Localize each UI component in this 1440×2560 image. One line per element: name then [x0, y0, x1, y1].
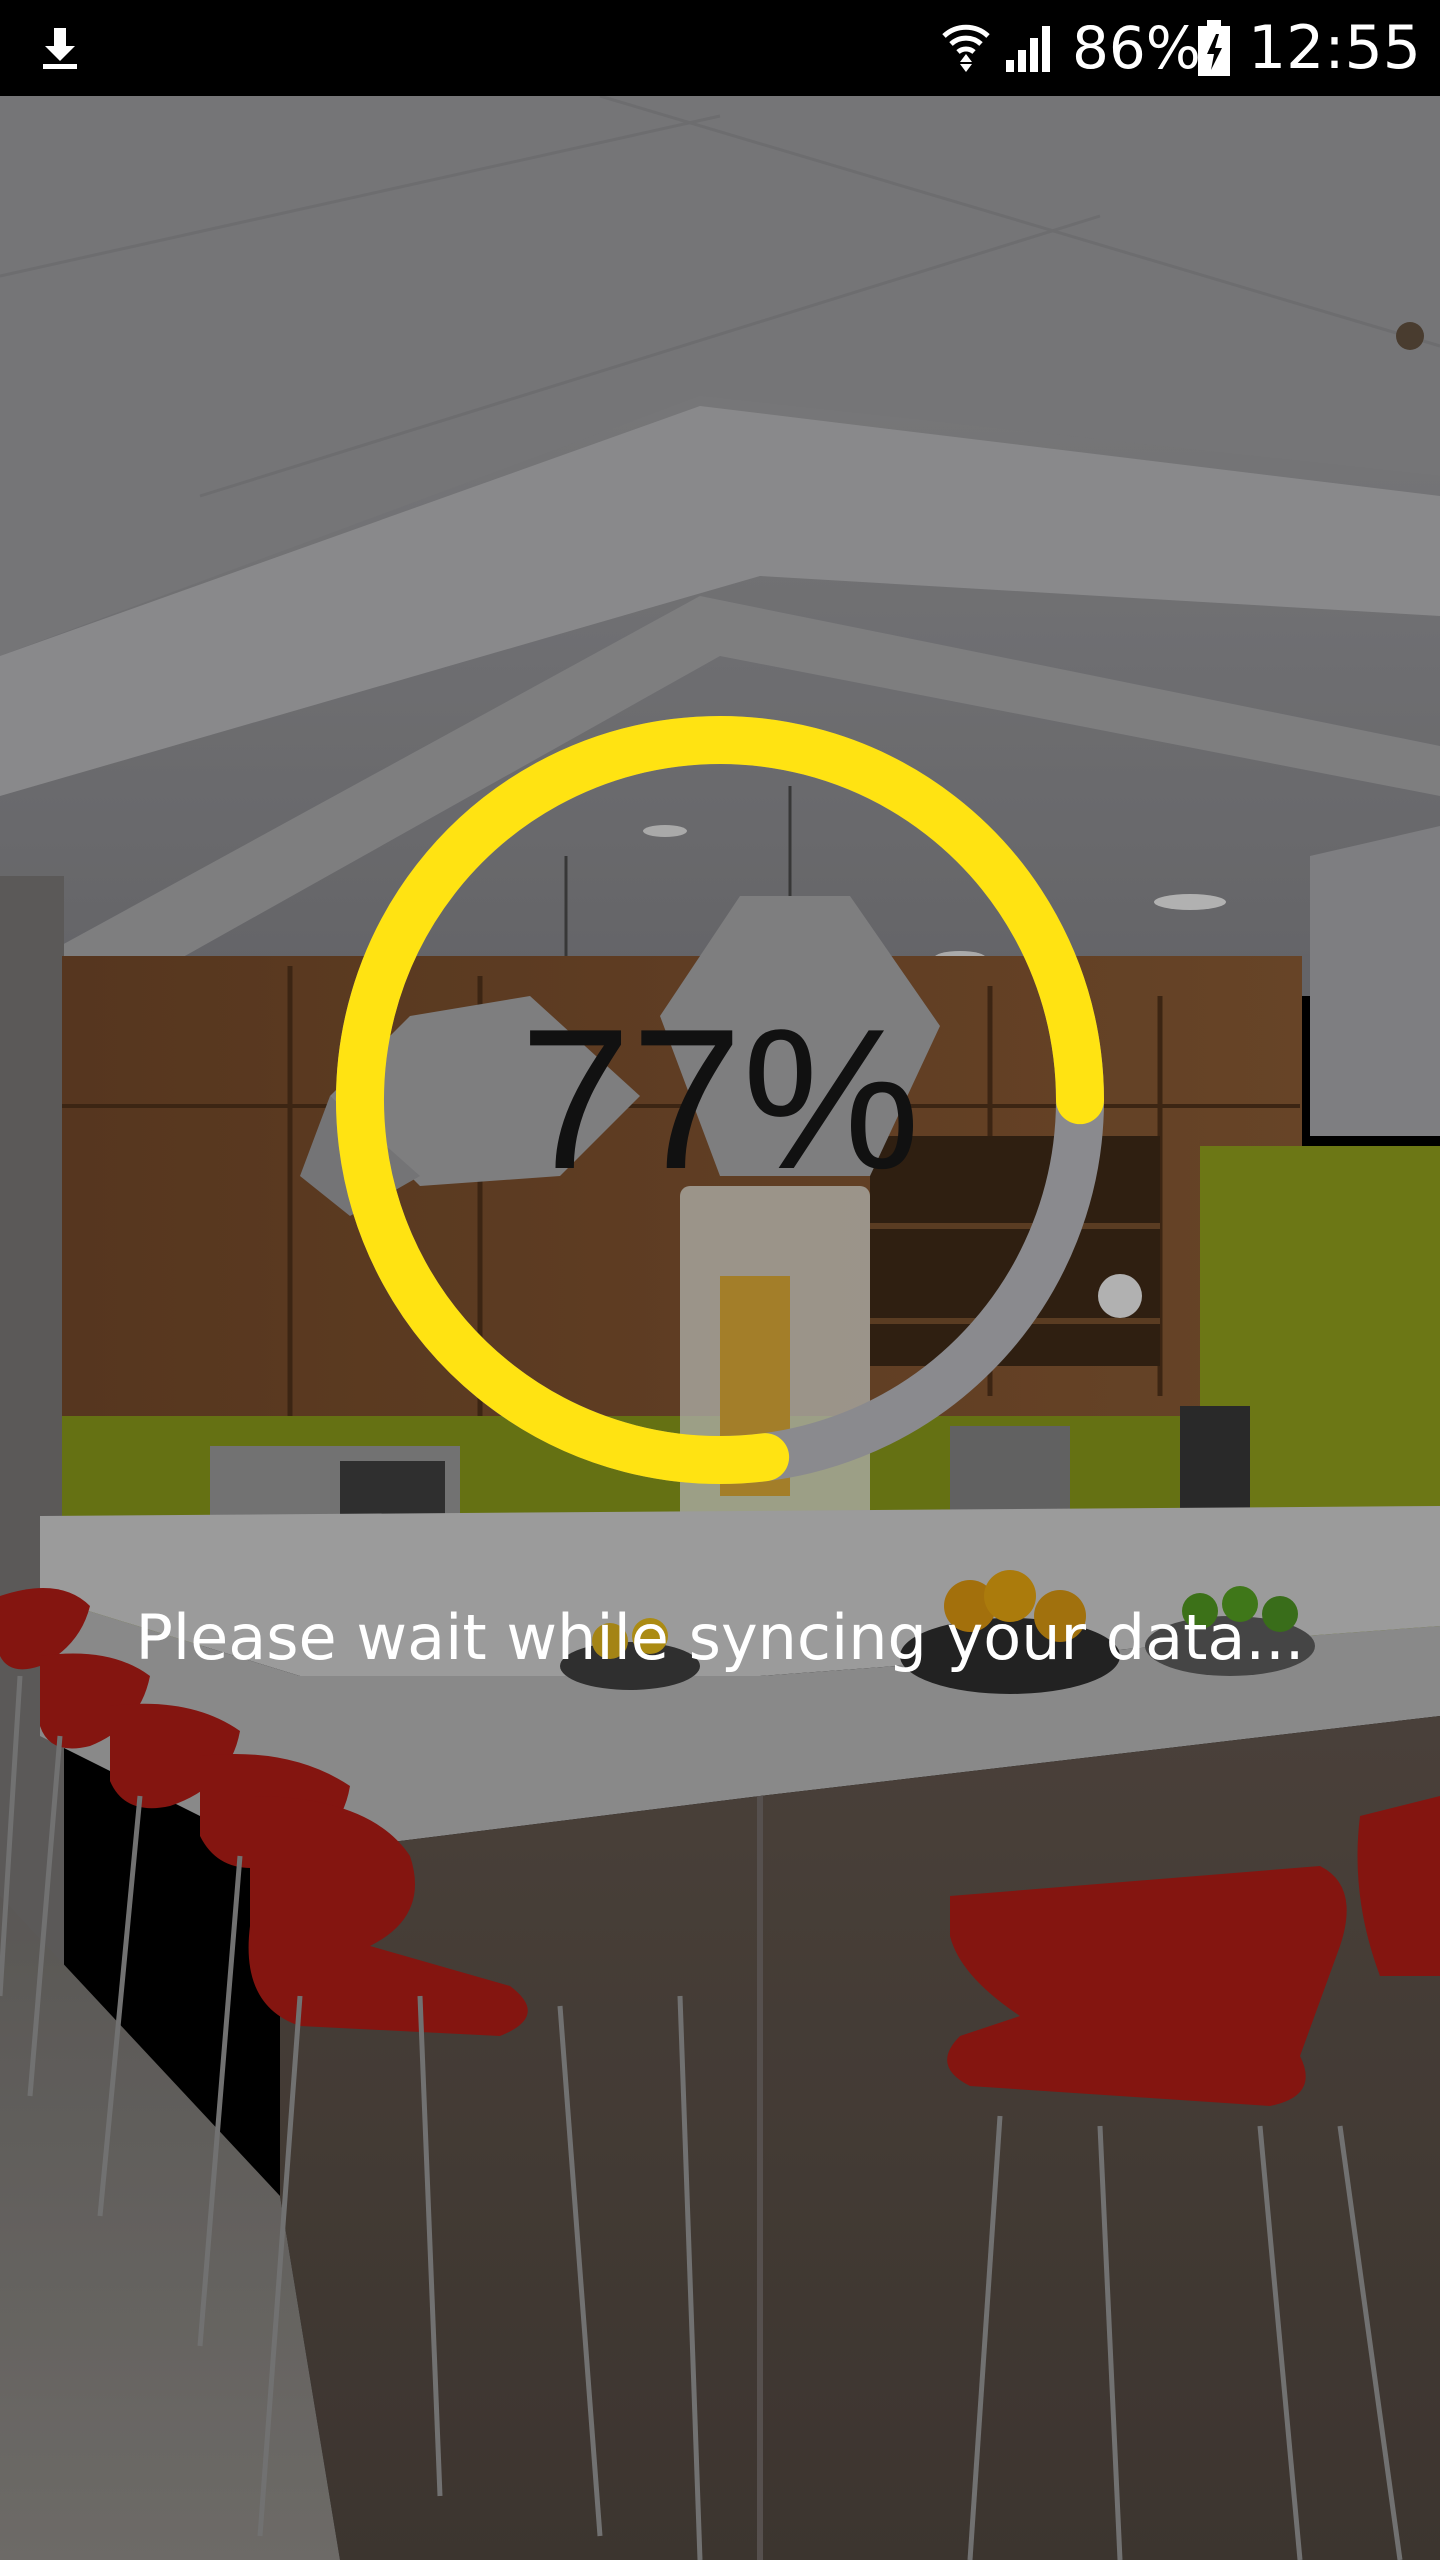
- battery-percent: 86%: [1072, 14, 1201, 82]
- sync-progress-ring: 77%: [320, 700, 1120, 1500]
- status-bar: 86% 12:55: [0, 0, 1440, 96]
- download-icon: [43, 28, 77, 69]
- signal-icon: [1006, 26, 1050, 72]
- progress-percent-label: 77%: [519, 988, 921, 1211]
- battery-charging-icon: [1198, 20, 1230, 76]
- wifi-icon: [942, 24, 990, 72]
- sync-screen: 86% 12:55 77% Please wait while syncing …: [0, 0, 1440, 2560]
- clock: 12:55: [1248, 13, 1421, 83]
- sync-status-message: Please wait while syncing your data...: [135, 1601, 1305, 1674]
